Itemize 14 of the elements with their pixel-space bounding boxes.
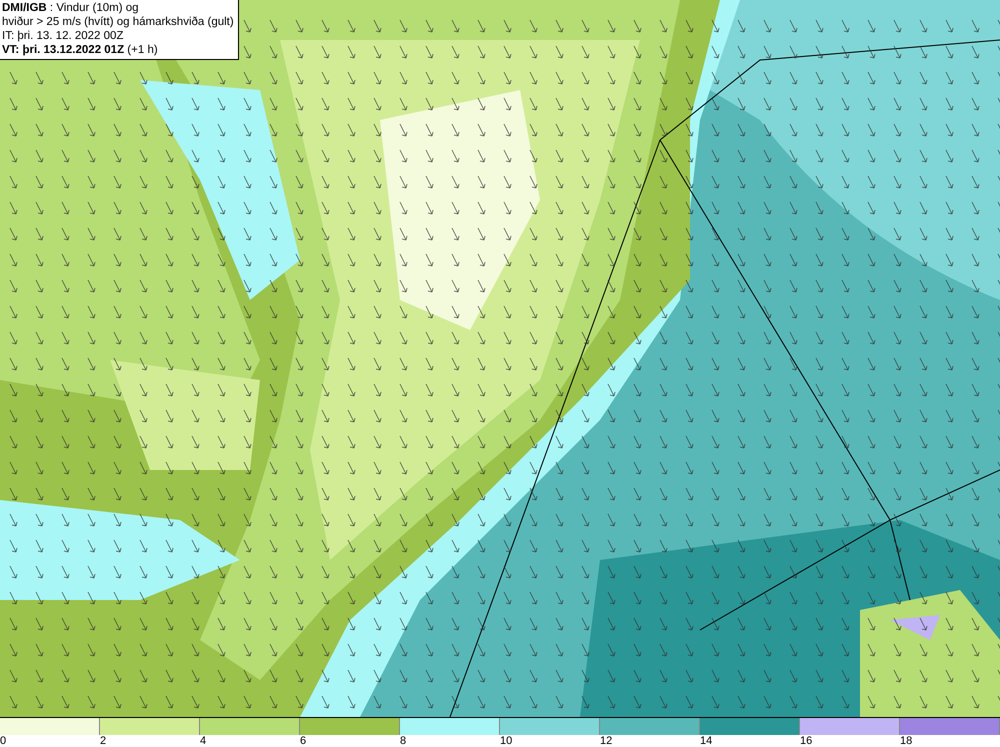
legend-label: 8 — [400, 735, 406, 747]
legend-label: 18 — [900, 735, 912, 747]
legend-label: 16 — [800, 735, 812, 747]
legend-label: 4 — [200, 735, 206, 747]
legend-label: 10 — [500, 735, 512, 747]
legend-label: 2 — [100, 735, 106, 747]
caption-text: IT: þri. 13. 12. 2022 00Z — [2, 29, 124, 43]
legend-label: 0 — [0, 735, 6, 747]
legend-label: 6 — [300, 735, 306, 747]
caption-text: hviður > 25 m/s (hvítt) og hámarkshviða (gult) — [2, 15, 234, 29]
legend-label: 12 — [600, 735, 612, 747]
legend-label: 14 — [700, 735, 712, 747]
caption-text: VT: þri. 13.12.2022 01Z (+1 h) — [2, 43, 159, 57]
caption-text: DMI/IGB : Vindur (10m) og — [2, 1, 140, 15]
